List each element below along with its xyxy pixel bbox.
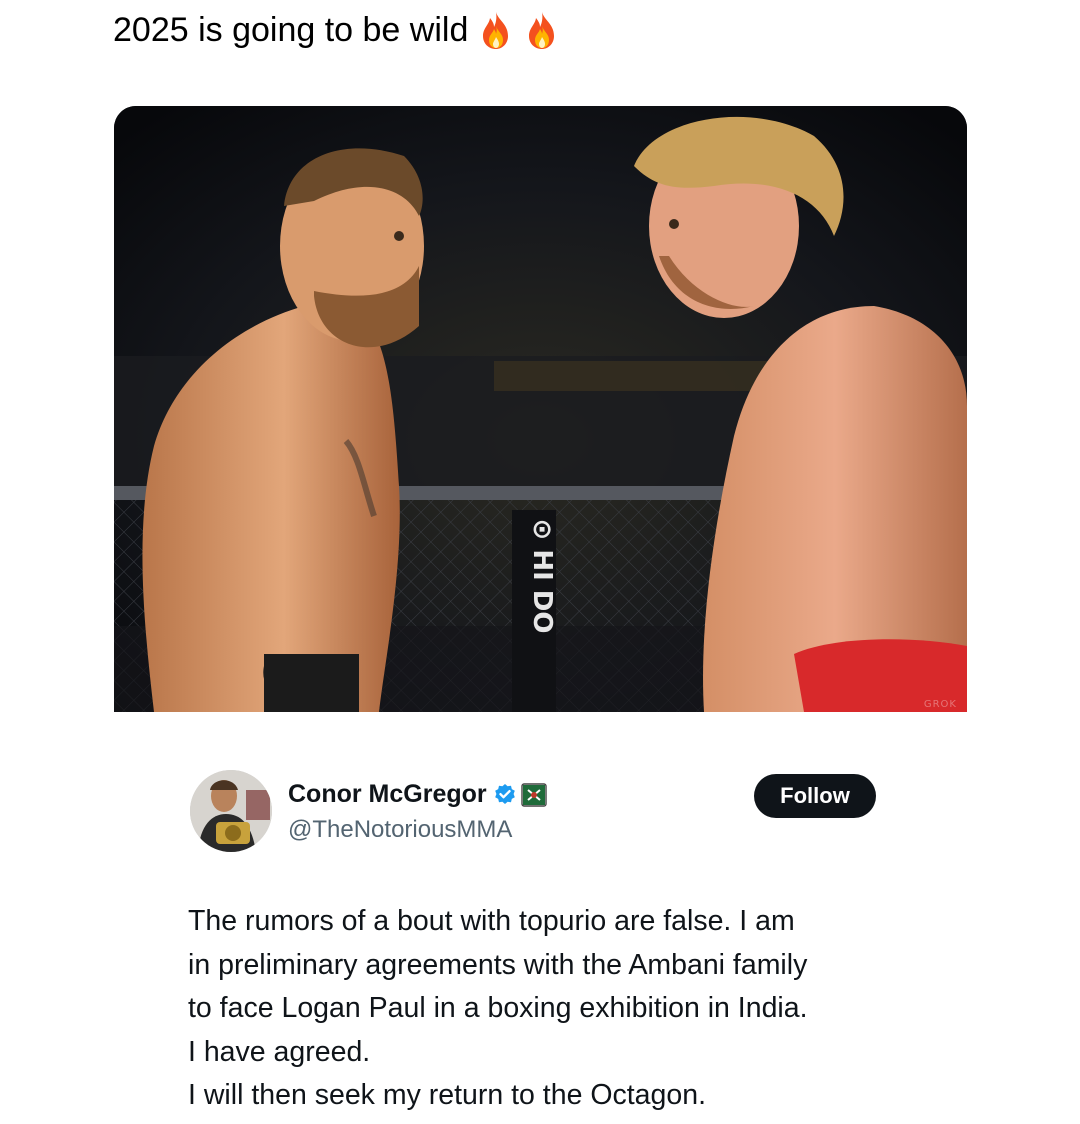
- avatar-image: [190, 770, 272, 852]
- flag-icon[interactable]: [520, 782, 547, 807]
- tweet-text-line: I will then seek my return to the Octago…: [188, 1079, 706, 1111]
- author-handle[interactable]: @TheNotoriousMMA: [288, 816, 512, 844]
- avatar[interactable]: [190, 770, 272, 852]
- svg-text:⊙ HI DO: ⊙ HI DO: [527, 518, 557, 633]
- tweet-text: The rumors of a bout with topurio are fa…: [188, 900, 948, 1118]
- fighters-faceoff-illustration: ⊙ HI DO: [114, 106, 967, 712]
- verified-badge-icon: [493, 783, 517, 807]
- author-row: Conor McGregor: [288, 780, 547, 809]
- tweet-text-line: to face Logan Paul in a boxing exhibitio…: [188, 992, 808, 1024]
- image-watermark: GROK: [923, 699, 957, 710]
- follow-button[interactable]: Follow: [754, 774, 876, 818]
- fire-icon: [524, 10, 560, 50]
- caption-text: 2025 is going to be wild: [113, 10, 469, 49]
- tweet-text-line: in preliminary agreements with the Amban…: [188, 948, 808, 981]
- tweet-text-line: The rumors of a bout with topurio are fa…: [188, 905, 795, 937]
- author-name[interactable]: Conor McGregor: [288, 780, 487, 809]
- post-caption: 2025 is going to be wild: [113, 6, 560, 54]
- tweet-text-line: I have agreed.: [188, 1035, 371, 1068]
- fire-icon: [478, 10, 514, 50]
- post-image[interactable]: ⊙ HI DO GROK: [114, 106, 967, 712]
